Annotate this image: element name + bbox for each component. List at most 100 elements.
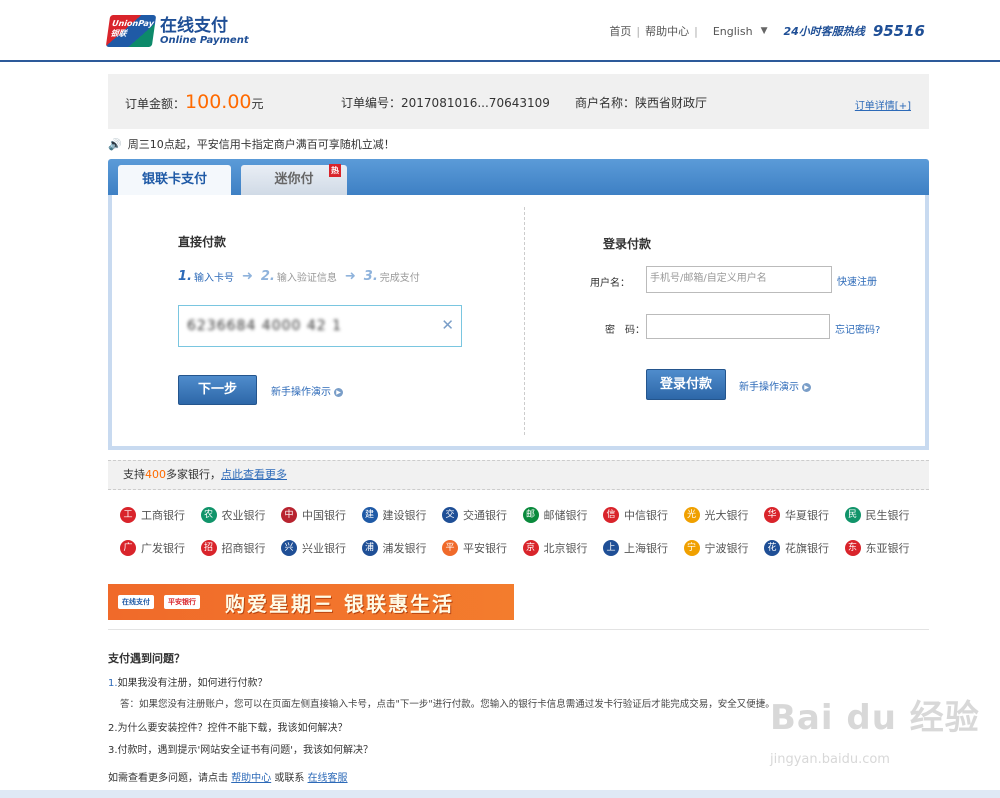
caret-down-icon[interactable]: ▼	[761, 26, 768, 36]
demo-link-login[interactable]: 新手操作演示 ▶	[739, 378, 811, 393]
amount-value: 100.00	[185, 91, 252, 113]
banks-prefix: 支持	[123, 468, 145, 481]
login-pay-title: 登录付款	[603, 237, 652, 251]
step-1-num: 1.	[178, 269, 192, 284]
arrow-right-icon: ➜	[344, 269, 356, 284]
bank-name: 农业银行	[221, 509, 266, 522]
bank-item[interactable]: 花花旗银行	[764, 540, 829, 556]
bank-item[interactable]: 东东亚银行	[844, 540, 910, 556]
baidu-watermark-url: jingyan.baidu.com	[770, 752, 890, 767]
promo-banner[interactable]: 在线支付 平安银行 购爱星期三 银联惠生活	[108, 584, 514, 620]
bank-item[interactable]: 中中国银行	[281, 507, 346, 523]
bank-logo-icon: 上	[603, 540, 619, 556]
login-pay-button[interactable]: 登录付款	[646, 369, 726, 400]
bank-logo-icon: 东	[844, 540, 861, 556]
play-icon: ▶	[334, 387, 343, 397]
bank-logo-icon: 邮	[522, 507, 539, 523]
bank-logo-icon: 建	[361, 507, 378, 523]
next-button[interactable]: 下一步	[178, 375, 257, 405]
bank-item[interactable]: 民民生银行	[844, 507, 910, 523]
nav-help[interactable]: 帮助中心	[645, 23, 689, 39]
bank-name: 花旗银行	[785, 542, 829, 555]
faq-q1-text: 如果我没有注册，如何进行付款？	[117, 678, 268, 689]
faq-more-prefix: 如需查看更多问题，请点击	[108, 773, 228, 784]
tab-mini-pay[interactable]: 迷你付 热	[241, 164, 347, 195]
demo-link-direct[interactable]: 新手操作演示 ▶	[271, 383, 343, 398]
help-center-link[interactable]: 帮助中心	[231, 773, 271, 784]
nav-home[interactable]: 首页	[609, 23, 631, 39]
bank-item[interactable]: 邮邮储银行	[522, 507, 588, 523]
bank-name: 上海银行	[624, 542, 668, 555]
bank-logo-icon: 农	[200, 507, 217, 523]
bank-name: 光大银行	[704, 509, 749, 522]
payment-tabs: 银联卡支付 迷你付 热	[108, 159, 929, 195]
bank-item[interactable]: 招招商银行	[200, 540, 266, 556]
bank-item[interactable]: 建建设银行	[361, 507, 427, 523]
bank-item[interactable]: 上上海银行	[603, 540, 668, 556]
view-more-banks-link[interactable]: 点此查看更多	[221, 468, 287, 481]
bank-item[interactable]: 浦浦发银行	[361, 540, 427, 556]
banks-count: 400	[145, 468, 166, 481]
forgot-password-link[interactable]: 忘记密码?	[835, 321, 880, 336]
bank-logo-icon: 信	[603, 507, 619, 523]
bank-name: 交通银行	[463, 509, 507, 522]
faq-more: 如需查看更多问题，请点击 帮助中心 或联系 在线客服	[108, 769, 348, 784]
banks-suffix: 多家银行，	[166, 468, 221, 481]
hotline-number: 95516	[872, 22, 925, 40]
bank-item[interactable]: 信中信银行	[603, 507, 668, 523]
payment-panel: 直接付款 1. 输入卡号 ➜ 2. 输入验证信息 ➜ 3. 完成支付 62366…	[108, 195, 929, 450]
hotline-label: 24小时客服热线	[783, 25, 865, 38]
bank-name: 华夏银行	[785, 509, 829, 522]
top-nav: 首页 | 帮助中心 | English ▼ 24小时客服热线 95516	[609, 22, 925, 40]
order-number: 订单编号：2017081016...70643109	[341, 94, 550, 111]
step-indicator: 1. 输入卡号 ➜ 2. 输入验证信息 ➜ 3. 完成支付	[178, 269, 420, 284]
bank-item[interactable]: 工工商银行	[120, 507, 185, 523]
bank-item[interactable]: 广广发银行	[120, 540, 185, 556]
online-service-link[interactable]: 在线客服	[308, 773, 348, 784]
bank-item[interactable]: 华华夏银行	[764, 507, 829, 523]
bank-item[interactable]: 平平安银行	[442, 540, 507, 556]
notice-text: 周三10点起，平安信用卡指定商户满百可享随机立减！	[127, 138, 395, 151]
bank-name: 中国银行	[302, 509, 346, 522]
speaker-icon: 🔊	[108, 137, 122, 151]
bank-item[interactable]: 京北京银行	[522, 540, 588, 556]
quick-register-link[interactable]: 快速注册	[837, 273, 877, 288]
hot-badge: 热	[329, 164, 341, 177]
order-number-label: 订单编号：	[341, 96, 402, 110]
order-amount: 订单金额：100.00元	[125, 91, 264, 113]
play-icon: ▶	[802, 382, 811, 392]
bank-item[interactable]: 交交通银行	[442, 507, 507, 523]
faq-q1[interactable]: 1.如果我没有注册，如何进行付款？	[108, 674, 268, 689]
bank-name: 浦发银行	[382, 542, 427, 555]
tab-mini-pay-label: 迷你付	[274, 172, 314, 187]
step-2-num: 2.	[260, 269, 275, 284]
order-summary: 订单金额：100.00元 订单编号：2017081016...70643109 …	[108, 74, 929, 129]
step-1-label: 输入卡号	[193, 273, 234, 284]
bank-item[interactable]: 兴兴业银行	[281, 540, 346, 556]
faq-q2[interactable]: 2.为什么要安装控件？控件不能下载，我该如何解决？	[108, 719, 348, 734]
section-divider	[108, 629, 929, 630]
promo-text: 购爱星期三 银联惠生活	[225, 591, 454, 616]
bank-item[interactable]: 宁宁波银行	[683, 540, 749, 556]
bank-logo-icon: 工	[120, 507, 136, 523]
bank-logo-icon: 中	[281, 507, 297, 523]
password-input[interactable]	[646, 314, 830, 339]
logo-title: 在线支付	[160, 15, 228, 36]
notice-bar: 🔊 周三10点起，平安信用卡指定商户满百可享随机立减！	[108, 136, 395, 152]
bank-item[interactable]: 光光大银行	[683, 507, 749, 523]
unionpay-logo[interactable]: UnionPay 银联 在线支付 Online Payment	[105, 15, 249, 47]
order-detail-link[interactable]: 订单详情[+]	[855, 97, 911, 112]
tab-unionpay-card[interactable]: 银联卡支付	[118, 165, 231, 195]
language-select[interactable]: English	[713, 25, 753, 38]
clear-icon[interactable]: ✕	[441, 316, 454, 334]
username-input[interactable]: 手机号/邮箱/自定义用户名	[646, 266, 832, 293]
bank-name: 宁波银行	[704, 542, 749, 555]
bank-item[interactable]: 农农业银行	[200, 507, 266, 523]
username-label: 用户名：	[590, 278, 630, 289]
bank-logo-icon: 京	[522, 540, 539, 556]
card-number-input[interactable]: 6236684 4000 42 1 ✕	[178, 305, 462, 347]
faq-q3[interactable]: 3.付款时，遇到提示'网站安全证书有问题'，我该如何解决？	[108, 741, 373, 756]
nav-separator: |	[694, 24, 698, 38]
card-number-value: 6236684 4000 42 1	[187, 318, 343, 334]
demo-link-label: 新手操作演示	[271, 387, 331, 398]
